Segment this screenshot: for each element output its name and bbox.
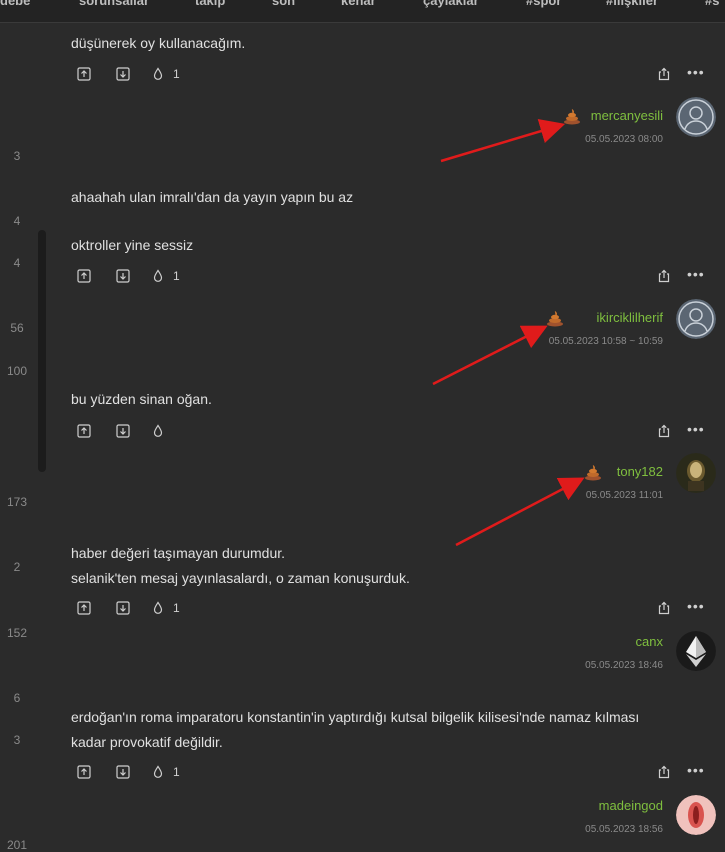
nav-item-more[interactable]: #s — [705, 0, 719, 8]
author-name[interactable]: mercanyesili — [585, 108, 663, 124]
entry-text-line: oktroller yine sessiz — [71, 237, 194, 253]
share-icon[interactable] — [656, 66, 672, 82]
entry-author: ikirciklilherif 05.05.2023 10:58 ~ 10:59 — [549, 310, 663, 348]
entry-actions: 1 ••• — [71, 763, 711, 784]
arrow-line — [440, 119, 566, 163]
nav-item-son[interactable]: son — [272, 0, 295, 8]
poo-icon — [584, 463, 602, 481]
more-options-icon[interactable]: ••• — [687, 763, 705, 777]
upvote-icon[interactable] — [76, 764, 92, 780]
topic-count[interactable]: 173 — [0, 495, 34, 509]
topic-count[interactable]: 4 — [0, 214, 34, 228]
entry-text-line: kadar provokatif değildir. — [71, 734, 223, 750]
arrow-line — [432, 325, 548, 386]
entry-content: erdoğan'ın roma imparatoru konstantin'in… — [71, 705, 691, 755]
downvote-icon[interactable] — [115, 66, 131, 82]
entry-text-line: düşünerek oy kullanacağım. — [71, 35, 246, 51]
author-name[interactable]: madeingod — [585, 798, 663, 814]
drop-icon[interactable] — [150, 764, 166, 780]
entry-content: bu yüzden sinan oğan. — [71, 387, 691, 412]
drop-icon[interactable] — [150, 66, 166, 82]
upvote-icon[interactable] — [76, 66, 92, 82]
topic-count[interactable]: 201 — [0, 838, 34, 852]
avatar[interactable] — [676, 795, 716, 835]
topic-count[interactable]: 56 — [0, 321, 34, 335]
avatar[interactable] — [676, 631, 716, 671]
topic-count[interactable]: 3 — [0, 149, 34, 163]
entry-date[interactable]: 05.05.2023 10:58 ~ 10:59 — [549, 336, 663, 348]
poo-icon — [563, 107, 581, 125]
share-icon[interactable] — [656, 268, 672, 284]
entry-date[interactable]: 05.05.2023 18:46 — [585, 660, 663, 672]
downvote-icon[interactable] — [115, 423, 131, 439]
entry-text-line: bu yüzden sinan oğan. — [71, 391, 212, 407]
upvote-icon[interactable] — [76, 423, 92, 439]
entry-content: ahaahah ulan imralı'dan da yayın yapın b… — [71, 185, 691, 258]
topic-count[interactable]: 3 — [0, 733, 34, 747]
entry-actions: 1 ••• — [71, 65, 711, 86]
avatar[interactable] — [676, 299, 716, 339]
entry-date[interactable]: 05.05.2023 11:01 — [586, 490, 663, 502]
upvote-icon[interactable] — [76, 600, 92, 616]
nav-item-iliskiler[interactable]: #ilişkiler — [606, 0, 658, 8]
avatar[interactable] — [676, 453, 716, 493]
entry-author: mercanyesili 05.05.2023 08:00 — [585, 108, 663, 146]
entry-actions: 1 ••• — [71, 599, 711, 620]
favorite-count: 1 — [173, 765, 180, 779]
more-options-icon[interactable]: ••• — [687, 65, 705, 79]
drop-icon[interactable] — [150, 423, 166, 439]
entry-actions: 1 ••• — [71, 267, 711, 288]
nav-item-debe[interactable]: debe — [0, 0, 30, 8]
sidebar-scrollbar[interactable] — [38, 230, 46, 472]
nav-item-takip[interactable]: takip — [195, 0, 225, 8]
topic-count[interactable]: 100 — [0, 364, 34, 378]
entry-author: canx 05.05.2023 18:46 — [585, 634, 663, 672]
upvote-icon[interactable] — [76, 268, 92, 284]
downvote-icon[interactable] — [115, 764, 131, 780]
nav-item-caylaklar[interactable]: çaylaklar — [423, 0, 479, 8]
entry-text-line — [71, 210, 691, 233]
arrow-line — [455, 477, 585, 547]
entry-date[interactable]: 05.05.2023 18:56 — [585, 824, 663, 836]
poo-icon — [546, 309, 564, 327]
drop-icon[interactable] — [150, 268, 166, 284]
nav-item-sorunsallar[interactable]: sorunsallar — [79, 0, 149, 8]
downvote-icon[interactable] — [115, 268, 131, 284]
nav-item-spor[interactable]: #spor — [526, 0, 561, 8]
topic-count[interactable]: 2 — [0, 560, 34, 574]
share-icon[interactable] — [656, 764, 672, 780]
more-options-icon[interactable]: ••• — [687, 267, 705, 281]
favorite-count: 1 — [173, 269, 180, 283]
entry-text-line: erdoğan'ın roma imparatoru konstantin'in… — [71, 709, 640, 725]
drop-icon[interactable] — [150, 600, 166, 616]
entry-actions: ••• — [71, 422, 711, 443]
entry-content: düşünerek oy kullanacağım. — [71, 31, 691, 56]
favorite-count: 1 — [173, 67, 180, 81]
entry-date[interactable]: 05.05.2023 08:00 — [585, 134, 663, 146]
favorite-count: 1 — [173, 601, 180, 615]
entry-author: madeingod 05.05.2023 18:56 — [585, 798, 663, 836]
share-icon[interactable] — [656, 600, 672, 616]
author-name[interactable]: canx — [585, 634, 663, 650]
more-options-icon[interactable]: ••• — [687, 599, 705, 613]
more-options-icon[interactable]: ••• — [687, 422, 705, 436]
topic-count[interactable]: 152 — [0, 626, 34, 640]
topic-count[interactable]: 4 — [0, 256, 34, 270]
entry-content: haber değeri taşımayan durumdur. selanik… — [71, 541, 691, 591]
downvote-icon[interactable] — [115, 600, 131, 616]
author-name[interactable]: ikirciklilherif — [549, 310, 663, 326]
entry-text-line: ahaahah ulan imralı'dan da yayın yapın b… — [71, 189, 354, 205]
entry-text-line: selanik'ten mesaj yayınlasalardı, o zama… — [71, 570, 410, 586]
avatar[interactable] — [676, 97, 716, 137]
share-icon[interactable] — [656, 423, 672, 439]
entry-text-line: haber değeri taşımayan durumdur. — [71, 545, 286, 561]
top-nav: debe sorunsallar takip son kenar çaylakl… — [0, 0, 725, 23]
nav-item-kenar[interactable]: kenar — [341, 0, 376, 8]
topic-count[interactable]: 6 — [0, 691, 34, 705]
